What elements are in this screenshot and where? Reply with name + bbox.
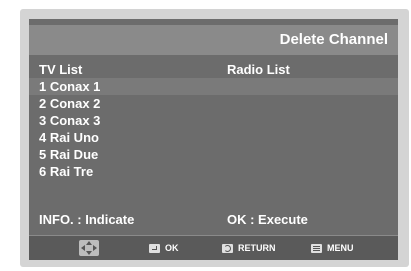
info-hint: INFO. : Indicate xyxy=(39,212,135,227)
ok-label: OK xyxy=(165,243,179,253)
return-label: RETURN xyxy=(238,243,276,253)
channel-row[interactable]: 1 Conax 1 xyxy=(29,78,398,95)
button-guide-bar: OK RETURN MENU xyxy=(29,235,398,260)
execute-hint: OK : Execute xyxy=(227,212,308,227)
tv-list-header: TV List xyxy=(39,62,83,77)
title-bar: Delete Channel xyxy=(29,25,398,55)
radio-list-header: Radio List xyxy=(227,62,290,77)
tv-channel-list: 1 Conax 1 2 Conax 2 3 Conax 3 4 Rai Uno … xyxy=(29,78,398,180)
channel-row[interactable]: 5 Rai Due xyxy=(29,146,398,163)
osd-screen: Delete Channel TV List Radio List 1 Cona… xyxy=(29,19,398,260)
menu-icon xyxy=(311,243,322,253)
channel-row[interactable]: 3 Conax 3 xyxy=(29,112,398,129)
channel-row[interactable]: 6 Rai Tre xyxy=(29,163,398,180)
ok-icon xyxy=(149,243,160,253)
menu-guide: MENU xyxy=(311,236,354,260)
return-icon xyxy=(222,243,233,253)
return-guide: RETURN xyxy=(222,236,276,260)
nav-guide xyxy=(79,236,104,260)
ok-guide: OK xyxy=(149,236,179,260)
nav-arrows-icon xyxy=(79,240,99,256)
channel-row[interactable]: 4 Rai Uno xyxy=(29,129,398,146)
menu-label: MENU xyxy=(327,243,354,253)
page-title: Delete Channel xyxy=(279,31,388,48)
channel-row[interactable]: 2 Conax 2 xyxy=(29,95,398,112)
